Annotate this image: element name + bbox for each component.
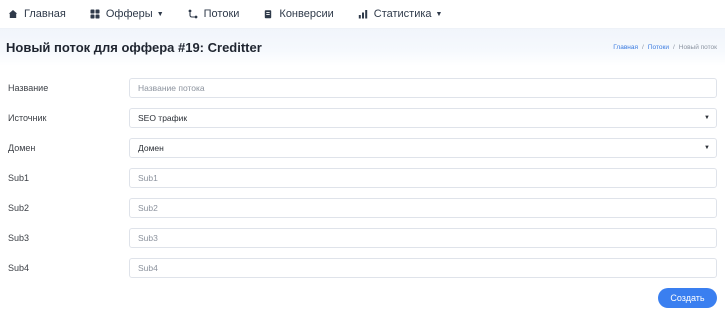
nav-item-flows[interactable]: Потоки — [188, 0, 240, 28]
grid-icon — [90, 9, 100, 19]
flow-name-input[interactable] — [129, 78, 717, 98]
page-header: Новый поток для оффера #19: Creditter Гл… — [0, 28, 725, 66]
nav-item-label: Главная — [24, 8, 66, 20]
source-label: Источник — [8, 113, 47, 123]
domain-selected-value: Домен — [138, 143, 164, 153]
sub4-input[interactable] — [129, 258, 717, 278]
sub1-label: Sub1 — [8, 173, 30, 183]
form-row-source: Источник SEO трафик ▼ — [0, 108, 725, 128]
nav-item-conversions[interactable]: Конверсии — [263, 0, 334, 28]
flow-icon — [188, 9, 198, 19]
bar-chart-icon — [358, 9, 368, 19]
chevron-down-icon: ▼ — [156, 10, 164, 18]
form-row-domain: Домен Домен ▼ — [0, 138, 725, 158]
nav-item-label: Статистика — [373, 8, 432, 20]
breadcrumb-separator: / — [672, 44, 675, 51]
clipboard-icon — [263, 9, 273, 19]
sub4-label: Sub4 — [8, 263, 30, 273]
breadcrumb-flows-link[interactable]: Потоки — [648, 44, 669, 51]
sub2-label: Sub2 — [8, 203, 30, 213]
breadcrumb-home-link[interactable]: Главная — [613, 44, 638, 51]
name-label: Название — [8, 83, 49, 93]
top-navigation: Главная Офферы ▼ Потоки Конверсии Статис… — [0, 0, 725, 28]
page-title: Новый поток для оффера #19: Creditter — [6, 40, 262, 55]
form-row-name: Название — [0, 78, 725, 98]
domain-select[interactable]: Домен ▼ — [129, 138, 717, 158]
chevron-down-icon: ▼ — [704, 115, 710, 121]
nav-item-label: Конверсии — [279, 8, 334, 20]
nav-item-statistics[interactable]: Статистика ▼ — [358, 0, 443, 28]
nav-item-label: Потоки — [203, 8, 240, 20]
breadcrumb-separator: / — [642, 44, 644, 51]
nav-item-label: Офферы — [105, 8, 153, 20]
form-row-sub1: Sub1 — [0, 168, 725, 188]
domain-label: Домен — [8, 143, 36, 153]
breadcrumb: Главная / Потоки / Новый поток — [613, 44, 717, 51]
sub2-input[interactable] — [129, 198, 717, 218]
source-select[interactable]: SEO трафик ▼ — [129, 108, 717, 128]
home-icon — [8, 9, 18, 19]
form-row-sub3: Sub3 — [0, 228, 725, 248]
chevron-down-icon: ▼ — [704, 145, 710, 151]
nav-item-home[interactable]: Главная — [8, 0, 66, 28]
chevron-down-icon: ▼ — [435, 10, 443, 18]
nav-item-offers[interactable]: Офферы ▼ — [90, 0, 164, 28]
form-row-sub2: Sub2 — [0, 198, 725, 218]
sub3-label: Sub3 — [8, 233, 30, 243]
source-selected-value: SEO трафик — [138, 113, 188, 123]
create-button[interactable]: Создать — [658, 288, 717, 308]
sub3-input[interactable] — [129, 228, 717, 248]
breadcrumb-current: Новый поток — [678, 44, 717, 51]
sub1-input[interactable] — [129, 168, 717, 188]
form-row-sub4: Sub4 — [0, 258, 725, 278]
